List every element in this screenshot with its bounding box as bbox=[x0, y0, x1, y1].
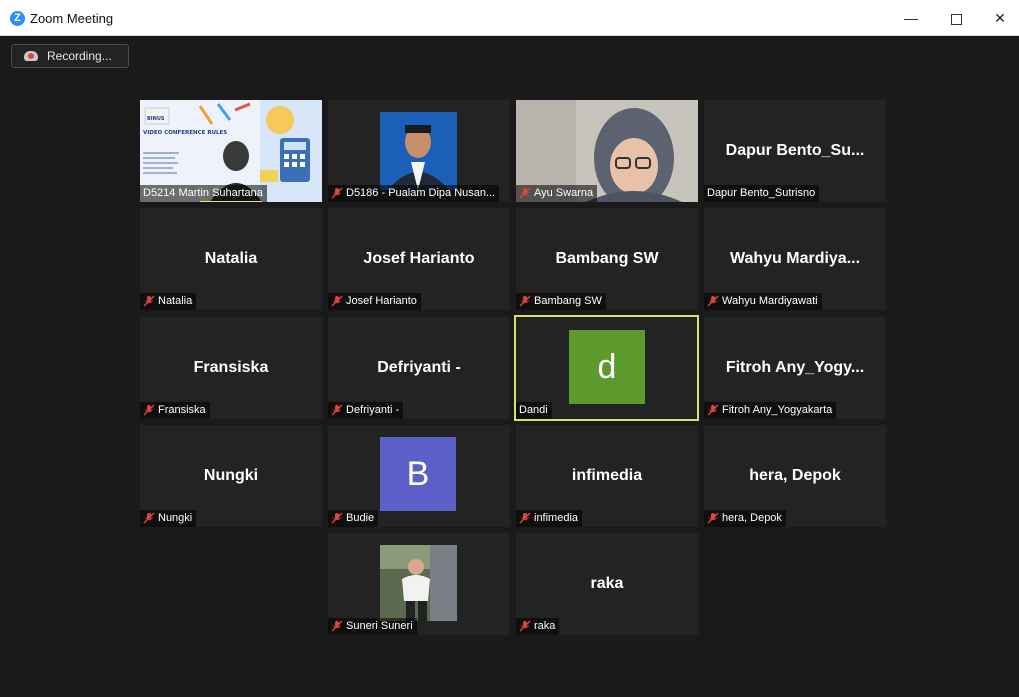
participant-tile[interactable]: Josef Harianto Josef Harianto bbox=[328, 208, 510, 310]
participant-name: Suneri Suneri bbox=[346, 620, 413, 632]
participant-tile[interactable]: Defriyanti - Defriyanti - bbox=[328, 317, 510, 419]
participant-display-name: Natalia bbox=[204, 250, 258, 267]
title-bar: Z Zoom Meeting — ✕ bbox=[0, 0, 1019, 36]
participant-display-name: Dapur Bento_Su... bbox=[725, 142, 865, 159]
participant-video bbox=[380, 112, 457, 190]
participant-name-label: raka bbox=[516, 618, 560, 635]
slide-title: VIDEO CONFERENCE RULES bbox=[143, 130, 227, 136]
participant-tile[interactable]: Bambang SW Bambang SW bbox=[516, 208, 698, 310]
zoom-logo-icon: Z bbox=[10, 11, 25, 26]
participant-name: Bambang SW bbox=[534, 295, 602, 307]
participant-video bbox=[380, 545, 457, 621]
mic-muted-icon bbox=[331, 620, 343, 632]
window-title: Zoom Meeting bbox=[30, 11, 114, 26]
mic-muted-icon bbox=[331, 187, 343, 199]
mic-muted-icon bbox=[519, 620, 531, 632]
participant-tile[interactable]: Ayu Swarna bbox=[516, 100, 698, 202]
participant-name-label: Defriyanti - bbox=[328, 402, 404, 419]
participant-tile[interactable]: D5186 - Pualam Dipa Nusan... bbox=[328, 100, 510, 202]
participant-tile[interactable]: Fransiska Fransiska bbox=[140, 317, 322, 419]
mic-muted-icon bbox=[143, 295, 155, 307]
participant-name: Fransiska bbox=[158, 404, 206, 416]
participant-name-label: Bambang SW bbox=[516, 293, 606, 310]
cloud-recording-icon bbox=[24, 51, 38, 61]
participant-display-name: raka bbox=[590, 575, 624, 592]
participant-display-name: Bambang SW bbox=[555, 250, 659, 267]
participant-display-name: Fransiska bbox=[193, 359, 269, 376]
mic-muted-icon bbox=[331, 295, 343, 307]
participant-name-label: Dandi bbox=[516, 402, 552, 419]
participant-avatar: d bbox=[569, 330, 645, 404]
participant-name-label: infimedia bbox=[516, 510, 583, 527]
participant-name-label: Suneri Suneri bbox=[328, 618, 417, 635]
active-speaker-indicator bbox=[200, 201, 262, 202]
maximize-button[interactable] bbox=[941, 6, 971, 30]
participant-tile[interactable]: infimedia infimedia bbox=[516, 425, 698, 527]
participant-tile[interactable]: BINUS VIDEO CONFERENCE RULES D5214 Marti… bbox=[140, 100, 322, 202]
mic-muted-icon bbox=[519, 512, 531, 524]
participant-tile[interactable]: Natalia Natalia bbox=[140, 208, 322, 310]
participant-tile[interactable]: Nungki Nungki bbox=[140, 425, 322, 527]
participant-tile[interactable]: B Budie bbox=[328, 425, 510, 527]
participant-name-label: hera, Depok bbox=[704, 510, 786, 527]
participant-display-name: Fitroh Any_Yogy... bbox=[725, 359, 865, 376]
mic-muted-icon bbox=[331, 512, 343, 524]
minimize-button[interactable]: — bbox=[896, 6, 926, 30]
participant-tile[interactable]: Wahyu Mardiya... Wahyu Mardiyawati bbox=[704, 208, 886, 310]
participant-name: Josef Harianto bbox=[346, 295, 417, 307]
participant-name-label: Budie bbox=[328, 510, 379, 527]
participant-name-label: Fransiska bbox=[140, 402, 210, 419]
participant-display-name: Josef Harianto bbox=[363, 250, 475, 267]
participant-name-label: Ayu Swarna bbox=[516, 185, 598, 202]
participant-name: hera, Depok bbox=[722, 512, 782, 524]
mic-muted-icon bbox=[519, 295, 531, 307]
participant-tile[interactable]: Suneri Suneri bbox=[328, 533, 510, 635]
mic-muted-icon bbox=[519, 187, 531, 199]
participant-name: Nungki bbox=[158, 512, 193, 524]
participant-display-name: infimedia bbox=[571, 467, 643, 484]
participant-name-label: D5214 Martin Suhartana bbox=[140, 185, 267, 202]
mic-muted-icon bbox=[707, 512, 719, 524]
slide-brand: BINUS bbox=[147, 116, 165, 122]
participant-display-name: Nungki bbox=[203, 467, 259, 484]
participant-name: Ayu Swarna bbox=[534, 187, 594, 199]
mic-muted-icon bbox=[331, 404, 343, 416]
participant-name: Fitroh Any_Yogyakarta bbox=[722, 404, 833, 416]
participant-name: Natalia bbox=[158, 295, 193, 307]
participant-tile-active-speaker[interactable]: d Dandi bbox=[514, 315, 699, 421]
close-button[interactable]: ✕ bbox=[985, 6, 1015, 30]
recording-label: Recording... bbox=[47, 49, 112, 63]
participant-display-name: Defriyanti - bbox=[377, 359, 461, 376]
participant-name-label: Natalia bbox=[140, 293, 197, 310]
participant-name: D5186 - Pualam Dipa Nusan... bbox=[346, 187, 496, 199]
participant-tile[interactable]: raka raka bbox=[516, 533, 698, 635]
participant-name: Defriyanti - bbox=[346, 404, 400, 416]
maximize-icon bbox=[950, 13, 962, 25]
participant-tile[interactable]: hera, Depok hera, Depok bbox=[704, 425, 886, 527]
mic-muted-icon bbox=[707, 404, 719, 416]
participant-name-label: Dapur Bento_Sutrisno bbox=[704, 185, 820, 202]
participant-name: Budie bbox=[346, 512, 375, 524]
participant-name-label: Wahyu Mardiyawati bbox=[704, 293, 822, 310]
participant-name: Wahyu Mardiyawati bbox=[722, 295, 818, 307]
participant-tile[interactable]: Dapur Bento_Su... Dapur Bento_Sutrisno bbox=[704, 100, 886, 202]
participant-name-label: Josef Harianto bbox=[328, 293, 421, 310]
participant-display-name: hera, Depok bbox=[749, 467, 841, 484]
participant-avatar: B bbox=[380, 437, 456, 511]
recording-indicator[interactable]: Recording... bbox=[11, 44, 129, 68]
participant-tile[interactable]: Fitroh Any_Yogy... Fitroh Any_Yogyakarta bbox=[704, 317, 886, 419]
participant-name-label: Nungki bbox=[140, 510, 197, 527]
mic-muted-icon bbox=[707, 295, 719, 307]
participant-name-label: D5186 - Pualam Dipa Nusan... bbox=[328, 185, 500, 202]
participant-display-name: Wahyu Mardiya... bbox=[729, 250, 861, 267]
participant-name: infimedia bbox=[534, 512, 579, 524]
participant-name: raka bbox=[534, 620, 556, 632]
mic-muted-icon bbox=[143, 404, 155, 416]
participant-name-label: Fitroh Any_Yogyakarta bbox=[704, 402, 837, 419]
mic-muted-icon bbox=[143, 512, 155, 524]
